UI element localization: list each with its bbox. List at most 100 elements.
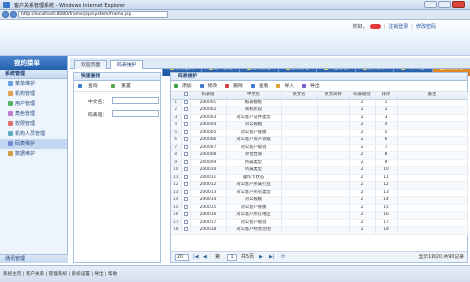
row-checkbox[interactable] xyxy=(183,159,188,164)
table-row[interactable]: 9 200009 所属类型 2 9 xyxy=(171,159,468,167)
delete-button[interactable]: 删除 xyxy=(225,83,247,89)
row-select[interactable] xyxy=(181,121,191,130)
sidebar-item-1[interactable]: 机构管理 xyxy=(0,89,67,99)
table-row[interactable]: 6 200006 对公客户资产等级 2 6 xyxy=(171,136,468,145)
row-checkbox[interactable] xyxy=(183,212,188,216)
row-checkbox[interactable] xyxy=(183,197,188,201)
table-row[interactable]: 3 200003 对公客户证件类型 2 3 xyxy=(171,114,468,122)
row-checkbox[interactable] xyxy=(183,219,188,224)
table-row[interactable]: 18 200018 对公客户经营范围 2 18 xyxy=(171,226,468,235)
add-button[interactable]: 添加 xyxy=(174,83,196,89)
row-select[interactable] xyxy=(181,196,191,205)
row-checkbox[interactable] xyxy=(183,152,188,156)
table-row[interactable]: 7 200007 对公客户级别 2 7 xyxy=(171,144,468,152)
table-row[interactable]: 1 200001 报表模板 2 1 xyxy=(171,99,468,107)
row-select[interactable] xyxy=(181,151,191,160)
row-select[interactable] xyxy=(181,204,191,212)
table-row[interactable]: 5 200005 对公客户规模 2 5 xyxy=(171,129,468,137)
code-value-input[interactable] xyxy=(112,110,159,117)
tab-code-table[interactable]: 码表维护 xyxy=(110,60,144,69)
row-checkbox[interactable] xyxy=(183,122,188,126)
row-select[interactable] xyxy=(181,226,191,235)
column-header[interactable]: 备注 xyxy=(397,92,468,100)
row-checkbox[interactable] xyxy=(183,204,188,209)
url-input[interactable]: http://localhost:8080/frame/jsp/system/f… xyxy=(18,11,168,18)
sidebar-item-3[interactable]: 角色管理 xyxy=(0,109,67,119)
sidebar-item-5[interactable]: 机构人员管理 xyxy=(0,129,67,139)
column-header[interactable]: 码表级别 xyxy=(349,92,376,100)
sidebar-group[interactable]: 系统管理 xyxy=(0,70,67,79)
row-select[interactable] xyxy=(181,114,191,122)
row-select[interactable] xyxy=(181,106,191,115)
row-checkbox[interactable] xyxy=(183,167,188,171)
logout-link[interactable]: 注销登录 xyxy=(388,24,408,30)
row-checkbox[interactable] xyxy=(183,114,188,119)
row-select[interactable] xyxy=(181,129,191,137)
page-size-select[interactable]: 20 xyxy=(175,254,189,261)
reset-button[interactable]: 重置 xyxy=(111,83,137,89)
table-row[interactable]: 15 200015 对公客户规模 2 15 xyxy=(171,204,468,212)
view-button[interactable]: 查看 xyxy=(250,83,273,89)
sidebar-item-7[interactable]: 数据维护 xyxy=(0,149,67,159)
row-checkbox[interactable] xyxy=(183,144,188,149)
table-row[interactable]: 11 200011 操作卡状态 2 11 xyxy=(171,174,468,182)
row-checkbox[interactable] xyxy=(183,137,188,141)
row-checkbox[interactable] xyxy=(183,99,188,104)
column-header[interactable]: 中文名 xyxy=(226,92,282,100)
row-select[interactable] xyxy=(181,181,191,190)
maximize-button[interactable] xyxy=(438,1,451,8)
row-select[interactable] xyxy=(181,159,191,167)
row-select[interactable] xyxy=(181,99,191,107)
sidebar-item-4[interactable]: 权限管理 xyxy=(0,119,67,129)
select-all-checkbox[interactable] xyxy=(183,92,188,96)
row-select[interactable] xyxy=(181,211,191,220)
column-header[interactable]: 英文简称 xyxy=(317,92,350,100)
table-row[interactable]: 4 200004 对公规模 2 4 xyxy=(171,121,468,130)
row-checkbox[interactable] xyxy=(183,189,188,194)
row-checkbox[interactable] xyxy=(183,129,188,134)
sidebar-footer[interactable]: 通讯管理 xyxy=(0,254,68,263)
close-button[interactable] xyxy=(452,1,465,8)
edit-button[interactable]: 修改 xyxy=(199,83,222,89)
page-number-input[interactable]: 1 xyxy=(227,254,237,261)
back-icon[interactable] xyxy=(2,11,9,18)
table-row[interactable]: 13 200013 对公客户所有类型 2 13 xyxy=(171,189,468,197)
header-select[interactable] xyxy=(181,92,191,100)
table-row[interactable]: 10 200010 所属类型 2 10 xyxy=(171,166,468,175)
last-page-icon[interactable]: ▶| xyxy=(269,254,275,261)
tab-welcome[interactable]: 欢迎页面 xyxy=(74,60,108,69)
sidebar-item-2[interactable]: 用户管理 xyxy=(0,99,67,109)
row-select[interactable] xyxy=(181,144,191,152)
row-checkbox[interactable] xyxy=(183,174,188,179)
table-row[interactable]: 14 200014 对公规模 2 14 xyxy=(171,196,468,205)
column-header[interactable]: 排序 xyxy=(375,92,398,100)
table-row[interactable]: 8 200008 单位性质 2 8 xyxy=(171,151,468,160)
row-select[interactable] xyxy=(181,219,191,227)
refresh-icon[interactable]: ⟳ xyxy=(281,254,285,261)
row-select[interactable] xyxy=(181,174,191,182)
next-page-icon[interactable]: ▶ xyxy=(259,254,263,261)
column-header[interactable]: 码表值 xyxy=(190,92,227,100)
row-checkbox[interactable] xyxy=(183,107,188,111)
minimize-button[interactable] xyxy=(424,1,437,8)
first-page-icon[interactable]: |◀ xyxy=(193,254,199,261)
row-select[interactable] xyxy=(181,189,191,197)
row-select[interactable] xyxy=(181,166,191,175)
chinese-name-input[interactable] xyxy=(112,97,159,104)
change-password-link[interactable]: 修改密码 xyxy=(416,24,436,30)
column-header[interactable]: 英文名 xyxy=(281,92,318,100)
row-checkbox[interactable] xyxy=(183,182,188,186)
table-row[interactable]: 2 200002 商机阶段 2 2 xyxy=(171,106,468,115)
table-row[interactable]: 17 200017 对公客户级别 2 17 xyxy=(171,219,468,227)
row-select[interactable] xyxy=(181,136,191,145)
prev-page-icon[interactable]: ◀ xyxy=(203,254,207,261)
row-checkbox[interactable] xyxy=(183,227,188,231)
query-button[interactable]: 查询 xyxy=(78,83,104,89)
sidebar-item-0[interactable]: 菜单维护 xyxy=(0,79,67,89)
export-button[interactable]: 导出 xyxy=(302,83,324,89)
table-row[interactable]: 16 200016 对公客户所在地区 2 16 xyxy=(171,211,468,220)
sidebar-item-6[interactable]: 码表维护 xyxy=(0,139,67,149)
forward-icon[interactable] xyxy=(10,11,17,18)
import-button[interactable]: 导入 xyxy=(276,83,298,89)
table-row[interactable]: 12 200012 对公客户所属行业 2 12 xyxy=(171,181,468,190)
